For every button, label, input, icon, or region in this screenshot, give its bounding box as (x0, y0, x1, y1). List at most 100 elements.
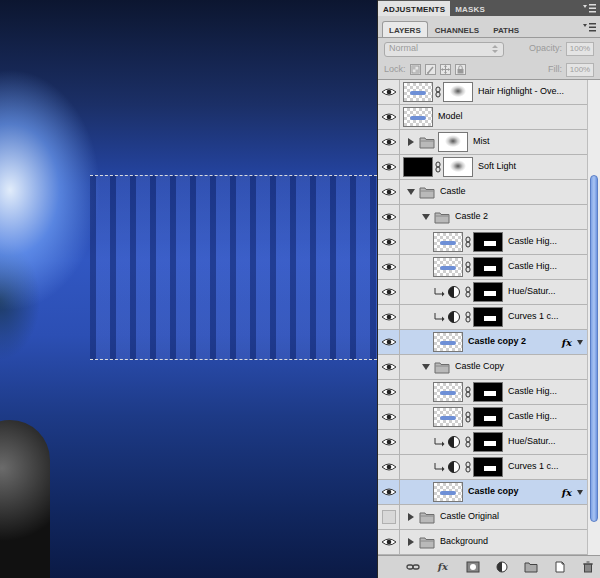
layer-tab[interactable]: PATHS (486, 21, 526, 37)
visibility-toggle[interactable] (378, 155, 400, 179)
layer-name[interactable]: Hue/Satur... (508, 435, 587, 449)
expand-arrow-icon[interactable] (408, 138, 414, 146)
visibility-toggle[interactable] (378, 330, 400, 354)
layer-name[interactable]: Castle Hig... (508, 260, 587, 274)
layer-row[interactable]: Hair Highlight - Ove... (378, 80, 587, 105)
visibility-toggle[interactable] (378, 180, 400, 204)
panel-tab[interactable]: ADJUSTMENTS (378, 1, 450, 16)
chain-link-icon[interactable] (464, 261, 472, 273)
layer-row[interactable]: Castle (378, 180, 587, 205)
expand-arrow-icon[interactable] (422, 214, 430, 220)
visibility-toggle[interactable] (378, 205, 400, 229)
add-style-button[interactable]: fx (436, 559, 450, 574)
layer-name[interactable]: Castle (440, 185, 587, 199)
lock-button[interactable] (410, 64, 421, 75)
layer-name[interactable]: Hue/Satur... (508, 285, 587, 299)
visibility-toggle[interactable] (378, 280, 400, 304)
add-mask-icon[interactable] (466, 561, 480, 573)
visibility-toggle[interactable] (378, 80, 400, 104)
effects-arrow-icon[interactable] (577, 490, 583, 495)
layer-mask-thumbnail[interactable] (473, 257, 503, 277)
layer-tab[interactable]: CHANNELS (428, 21, 486, 37)
layer-row[interactable]: Mist (378, 130, 587, 155)
visibility-toggle[interactable] (378, 530, 400, 554)
expand-arrow-icon[interactable] (407, 189, 415, 195)
visibility-toggle[interactable] (378, 105, 400, 129)
layer-name[interactable]: Castle Hig... (508, 235, 587, 249)
layer-row[interactable]: Castle Original (378, 505, 587, 530)
trash-icon[interactable] (582, 561, 594, 573)
chain-link-icon[interactable] (434, 86, 442, 98)
layer-mask-thumbnail[interactable] (473, 382, 503, 402)
layer-mask-thumbnail[interactable] (473, 307, 503, 327)
layer-name[interactable]: Hair Highlight - Ove... (478, 85, 587, 99)
visibility-toggle[interactable] (378, 130, 400, 154)
layer-row[interactable]: Castle Hig... (378, 255, 587, 280)
layer-row[interactable]: Castle Hig... (378, 380, 587, 405)
lock-button[interactable] (440, 64, 451, 75)
layer-name[interactable]: Castle copy 2 (468, 335, 562, 349)
layer-mask-thumbnail[interactable] (443, 157, 473, 177)
layer-mask-thumbnail[interactable] (473, 232, 503, 252)
effects-badge[interactable]: fx (562, 335, 572, 350)
chain-link-icon[interactable] (464, 286, 472, 298)
expand-arrow-icon[interactable] (408, 513, 414, 521)
visibility-toggle[interactable] (378, 455, 400, 479)
visibility-toggle[interactable] (378, 480, 400, 504)
layer-name[interactable]: Background (440, 535, 587, 549)
visibility-toggle[interactable] (378, 505, 400, 529)
layer-name[interactable]: Model (438, 110, 587, 124)
scrollbar-track[interactable] (587, 80, 600, 555)
layer-mask-thumbnail[interactable] (473, 407, 503, 427)
layer-row[interactable]: Castle 2 (378, 205, 587, 230)
chain-link-icon[interactable] (464, 311, 472, 323)
layer-row[interactable]: Castle copy 2fx (378, 330, 587, 355)
layer-row[interactable]: Castle Hig... (378, 230, 587, 255)
layer-name[interactable]: Castle copy (468, 485, 562, 499)
layer-mask-thumbnail[interactable] (473, 282, 503, 302)
layer-name[interactable]: Curves 1 c... (508, 310, 587, 324)
lock-button[interactable] (425, 64, 436, 75)
effects-arrow-icon[interactable] (577, 340, 583, 345)
visibility-toggle[interactable] (378, 380, 400, 404)
expand-arrow-icon[interactable] (422, 364, 430, 370)
layer-name[interactable]: Mist (473, 135, 587, 149)
visibility-toggle[interactable] (378, 405, 400, 429)
layer-row[interactable]: Soft Light (378, 155, 587, 180)
layer-name[interactable]: Castle Hig... (508, 385, 587, 399)
layer-name[interactable]: Soft Light (478, 160, 587, 174)
opacity-field[interactable]: 100% (566, 42, 594, 56)
layer-name[interactable]: Castle Copy (455, 360, 587, 374)
chain-link-icon[interactable] (464, 236, 472, 248)
scrollbar-thumb[interactable] (590, 175, 598, 522)
layer-row[interactable]: Castle Copy (378, 355, 587, 380)
layer-tab[interactable]: LAYERS (382, 21, 428, 37)
layer-mask-thumbnail[interactable] (473, 457, 503, 477)
layer-mask-thumbnail[interactable] (438, 132, 468, 152)
visibility-toggle[interactable] (378, 430, 400, 454)
effects-badge[interactable]: fx (562, 485, 572, 500)
layer-name[interactable]: Castle Original (440, 510, 587, 524)
visibility-toggle[interactable] (378, 355, 400, 379)
layer-name[interactable]: Castle Hig... (508, 410, 587, 424)
visibility-toggle[interactable] (378, 255, 400, 279)
lock-button[interactable] (455, 64, 466, 75)
panel-menu-icon[interactable] (582, 3, 596, 13)
layer-mask-thumbnail[interactable] (443, 82, 473, 102)
layer-name[interactable]: Curves 1 c... (508, 460, 587, 474)
chain-link-icon[interactable] (464, 461, 472, 473)
layer-row[interactable]: Castle copyfx (378, 480, 587, 505)
document-canvas[interactable] (0, 0, 377, 578)
layer-mask-thumbnail[interactable] (473, 432, 503, 452)
new-adjustment-icon[interactable] (496, 561, 508, 573)
layer-row[interactable]: Hue/Satur... (378, 430, 587, 455)
new-layer-icon[interactable] (554, 561, 566, 573)
layer-row[interactable]: Curves 1 c... (378, 305, 587, 330)
layer-row[interactable]: Model (378, 105, 587, 130)
visibility-toggle[interactable] (378, 230, 400, 254)
expand-arrow-icon[interactable] (408, 538, 414, 546)
chain-link-icon[interactable] (464, 386, 472, 398)
layer-row[interactable]: Curves 1 c... (378, 455, 587, 480)
new-group-icon[interactable] (524, 561, 538, 573)
panel-menu-icon[interactable] (582, 22, 596, 32)
